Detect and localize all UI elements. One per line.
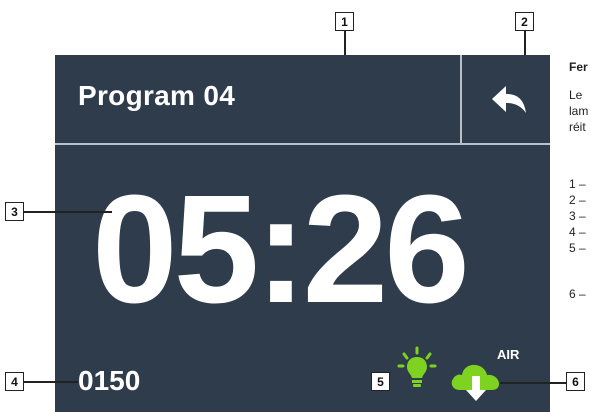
legend-item-6: 6 – — [569, 287, 586, 301]
legend-item-3: 3 – — [569, 209, 586, 223]
callout-1-leader — [344, 30, 346, 55]
callout-6-badge: 6 — [566, 372, 585, 391]
program-title: Program 04 — [78, 80, 236, 111]
time-display: 05:26 — [92, 163, 470, 335]
count-display: 0150 — [78, 365, 141, 396]
callout-3-leader — [24, 211, 112, 213]
side-line-2: lam — [569, 104, 589, 118]
legend-item-5: 5 – — [569, 241, 586, 255]
legend-item-4: 4 – — [569, 225, 586, 239]
cloud-download-icon — [451, 364, 499, 401]
callout-1-badge: 1 — [335, 12, 354, 31]
back-button[interactable] — [462, 55, 550, 143]
callout-2-leader — [524, 30, 526, 55]
callout-2-badge: 2 — [515, 12, 534, 31]
air-indicator[interactable] — [448, 356, 504, 404]
callout-6-leader — [500, 382, 566, 384]
callout-3-badge: 3 — [5, 202, 24, 221]
legend-item-2: 2 – — [569, 193, 586, 207]
bulb-indicator[interactable] — [397, 346, 437, 396]
lightbulb-icon — [397, 346, 437, 387]
callout-4-leader — [24, 381, 78, 383]
side-heading: Fer — [569, 60, 588, 74]
air-label: AIR — [497, 347, 520, 362]
header-divider — [55, 143, 550, 145]
side-line-1: Le — [569, 88, 583, 102]
callout-5-badge: 5 — [371, 372, 390, 391]
side-line-3: réit — [569, 120, 586, 134]
callout-4-badge: 4 — [5, 372, 24, 391]
back-arrow-icon — [492, 86, 526, 113]
legend-item-1: 1 – — [569, 177, 586, 191]
